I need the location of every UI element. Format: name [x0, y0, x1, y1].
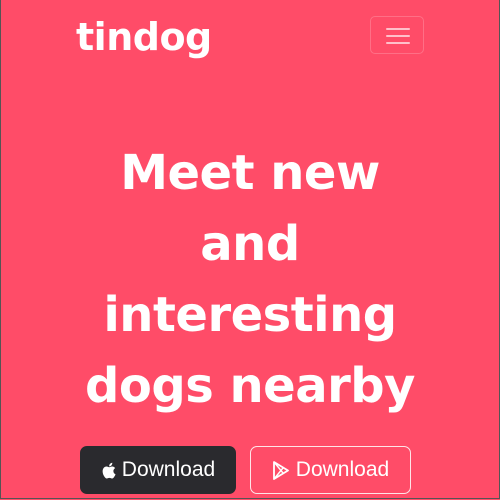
- play-store-download-label: Download: [295, 458, 390, 481]
- headline-line: Meet new: [120, 145, 380, 201]
- hamburger-icon: [386, 28, 410, 30]
- apple-download-button[interactable]: Download: [80, 446, 236, 494]
- hero-headline: Meet new and interesting dogs nearby: [0, 138, 500, 422]
- navbar-toggler-button[interactable]: [370, 16, 424, 54]
- brand-logo[interactable]: tindog: [76, 11, 212, 63]
- headline-line: dogs nearby: [85, 358, 415, 414]
- apple-download-label: Download: [121, 458, 216, 481]
- play-store-download-button[interactable]: Download: [250, 446, 411, 494]
- headline-line: and: [200, 216, 300, 272]
- apple-icon: [101, 462, 116, 479]
- headline-line: interesting: [103, 287, 397, 343]
- play-store-icon: [272, 460, 290, 480]
- navbar: tindog: [0, 0, 500, 78]
